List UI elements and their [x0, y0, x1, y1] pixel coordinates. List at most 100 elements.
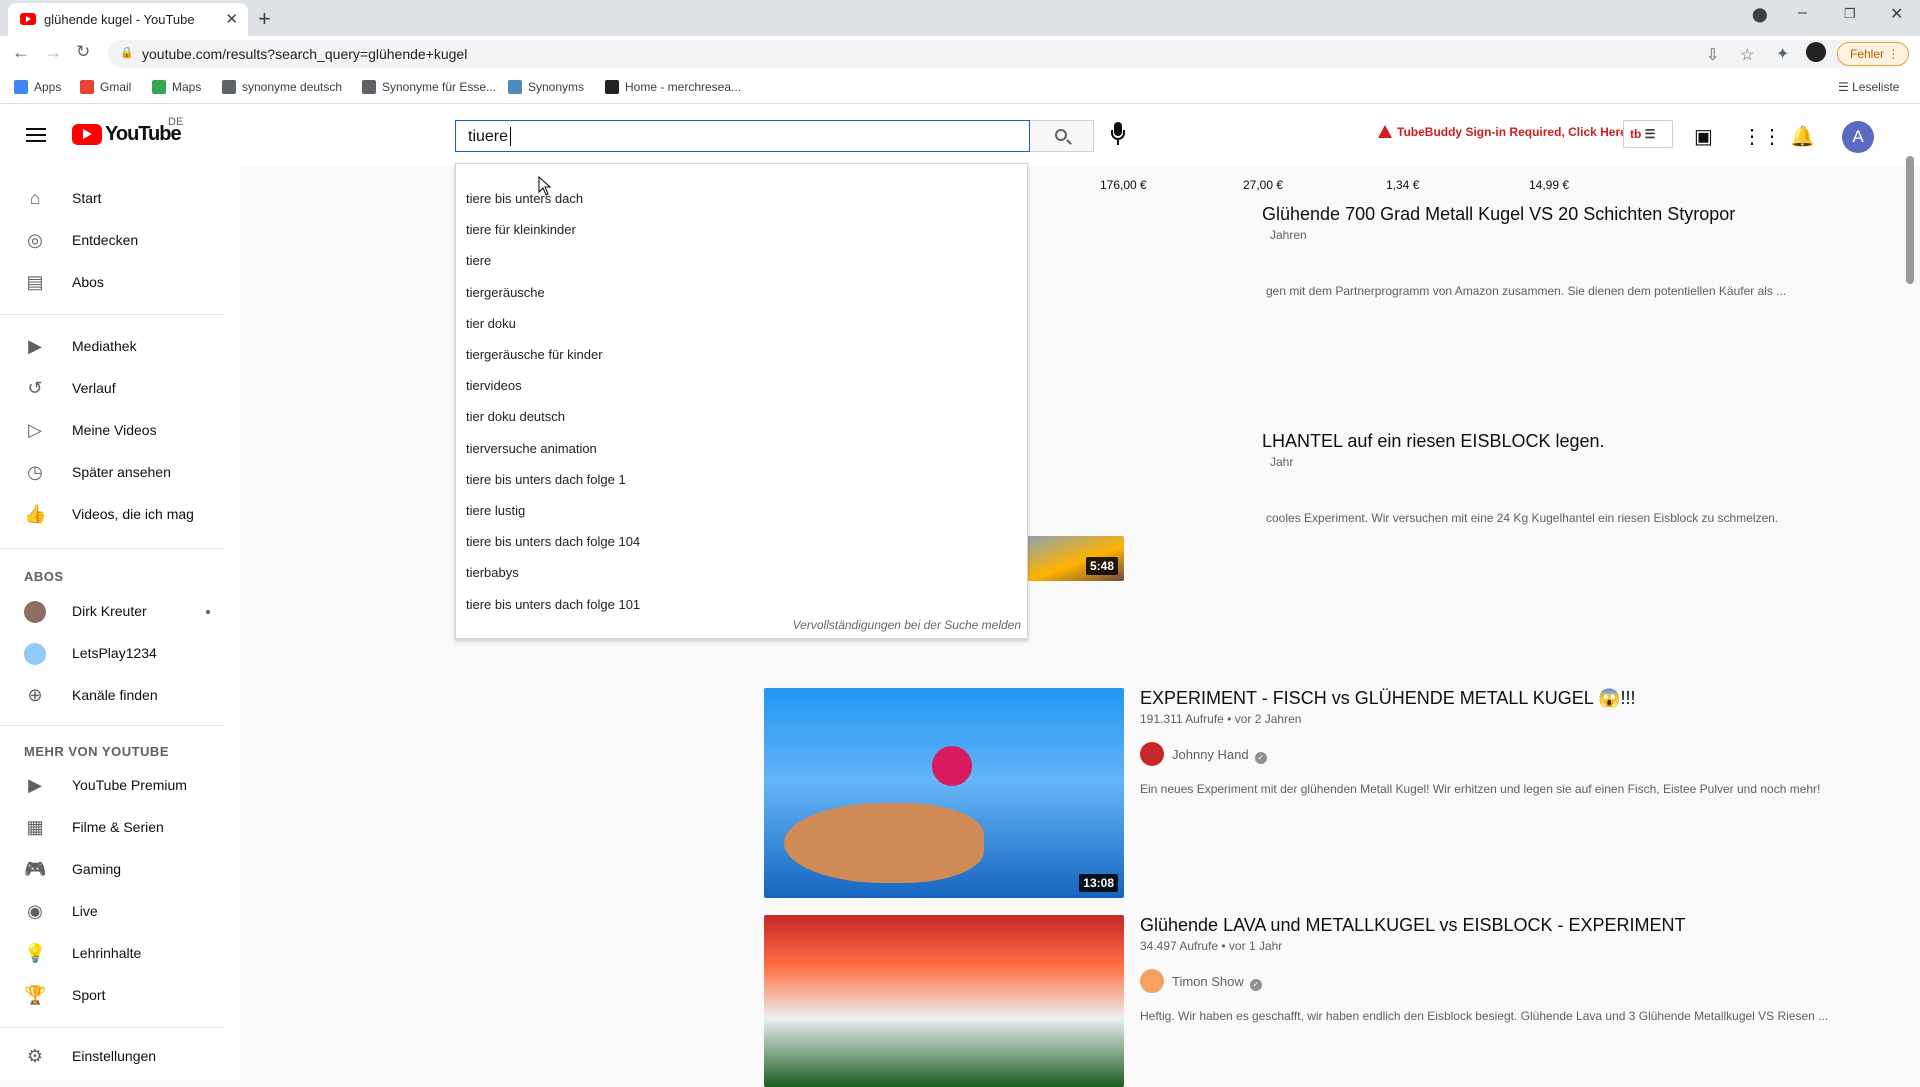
tubebuddy-signin-link[interactable]: TubeBuddy Sign-in Required, Click Here: [1378, 125, 1627, 139]
sidebar-item-filme-serien[interactable]: ▦ Filme & Serien: [0, 807, 224, 847]
microphone-icon[interactable]: [1110, 122, 1126, 148]
sidebar-item-sp-ter-ansehen[interactable]: ◷ Später ansehen: [0, 452, 224, 492]
shopping-price[interactable]: 1,34 €: [1386, 178, 1419, 192]
bookmark-star-icon[interactable]: ☆: [1740, 45, 1754, 65]
sidebar-channel-letsplay1234[interactable]: LetsPlay1234: [0, 633, 224, 673]
video-duration: 13:08: [1079, 874, 1118, 892]
channel-name[interactable]: Timon Show ✓: [1140, 969, 1262, 993]
restore-icon[interactable]: ❐: [1844, 6, 1856, 22]
profile-error-button[interactable]: Fehler ⋮: [1837, 42, 1909, 66]
search-suggestion[interactable]: tiervideos: [466, 378, 522, 393]
channel-name[interactable]: Johnny Hand ✓: [1140, 742, 1267, 766]
search-input[interactable]: tiuere: [455, 120, 1030, 152]
sidebar-item-gaming[interactable]: 🎮 Gaming: [0, 849, 224, 889]
youtube-premium-icon: ▶: [28, 775, 42, 795]
bookmark-item[interactable]: Maps: [152, 80, 201, 94]
browser-tab[interactable]: glühende kugel - YouTube ✕: [8, 3, 248, 36]
window-close-icon[interactable]: ✕: [1890, 4, 1903, 24]
sidebar-item-entdecken[interactable]: ◎ Entdecken: [0, 220, 224, 260]
bookmark-item[interactable]: Home - merchresea...: [605, 80, 741, 94]
shopping-price[interactable]: 14,99 €: [1529, 178, 1569, 192]
video-title[interactable]: LHANTEL auf ein riesen EISBLOCK legen.: [1262, 431, 1605, 452]
search-button[interactable]: [1030, 120, 1094, 152]
video-title[interactable]: Glühende 700 Grad Metall Kugel VS 20 Sch…: [1262, 204, 1735, 225]
sidebar-channel-kan-le-finden[interactable]: ⊕ Kanäle finden: [0, 675, 224, 715]
search-suggestion[interactable]: tiere bis unters dach: [466, 191, 583, 206]
sidebar-channel-dirk-kreuter[interactable]: Dirk Kreuter: [0, 591, 224, 631]
minimize-icon[interactable]: –: [1798, 4, 1807, 22]
create-video-icon[interactable]: ▣: [1694, 124, 1713, 149]
close-tab-icon[interactable]: ✕: [225, 10, 238, 28]
apps-grid-icon[interactable]: ⋮⋮: [1742, 124, 1782, 149]
video-title[interactable]: EXPERIMENT - FISCH vs GLÜHENDE METALL KU…: [1140, 688, 1636, 709]
lightbulb-icon: 💡: [24, 943, 47, 963]
tubebuddy-badge: tb: [1630, 127, 1642, 141]
library-icon: ▶: [28, 336, 42, 356]
tab-search-icon[interactable]: ⬤: [1752, 6, 1768, 23]
avatar[interactable]: A: [1842, 121, 1874, 153]
bookmark-label: Maps: [172, 80, 202, 94]
search-suggestion[interactable]: tiere für kleinkinder: [466, 222, 576, 237]
shopping-price[interactable]: 176,00 €: [1100, 178, 1147, 192]
back-icon[interactable]: ←: [12, 42, 30, 63]
video-meta: Jahren: [1270, 228, 1307, 242]
sidebar-item-label: Mediathek: [72, 338, 137, 354]
bookmark-favicon-icon: [222, 80, 236, 94]
bookmark-item[interactable]: Gmail: [80, 80, 131, 94]
ball-shape: [932, 746, 972, 786]
shopping-price[interactable]: 27,00 €: [1243, 178, 1283, 192]
sidebar-item-lehrinhalte[interactable]: 💡 Lehrinhalte: [0, 933, 224, 973]
search-suggestion[interactable]: tierversuche animation: [466, 441, 597, 456]
notifications-bell-icon[interactable]: 🔔: [1790, 124, 1815, 149]
search-suggestion[interactable]: tiere bis unters dach folge 104: [466, 534, 640, 549]
sidebar-item-mediathek[interactable]: ▶ Mediathek: [0, 326, 224, 366]
scrollbar[interactable]: [1906, 156, 1914, 284]
bookmark-favicon-icon: [152, 80, 166, 94]
search-suggestion[interactable]: tierbabys: [466, 565, 519, 580]
extensions-icon[interactable]: ✦: [1776, 44, 1789, 64]
video-meta: 191.311 Aufrufe • vor 2 Jahren: [1140, 712, 1302, 726]
sidebar-item-abos[interactable]: ▤ Abos: [0, 262, 224, 302]
search-suggestion[interactable]: tier doku deutsch: [466, 409, 565, 424]
new-tab-icon[interactable]: +: [258, 6, 271, 32]
bookmark-item[interactable]: synonyme deutsch: [222, 80, 342, 94]
sidebar-item-meine-videos[interactable]: ▷ Meine Videos: [0, 410, 224, 450]
forward-icon[interactable]: →: [44, 42, 62, 63]
address-bar[interactable]: 🔒 youtube.com/results?search_query=glühe…: [108, 40, 1908, 68]
sidebar-item-label: Filme & Serien: [72, 819, 164, 835]
search-suggestion[interactable]: tiergeräusche für kinder: [466, 347, 603, 362]
search-suggestion[interactable]: tiere bis unters dach folge 1: [466, 472, 626, 487]
tab-title: glühende kugel - YouTube: [44, 12, 195, 27]
lock-icon: 🔒: [120, 47, 134, 59]
search-suggestion[interactable]: tiere lustig: [466, 503, 525, 518]
report-suggestions-link[interactable]: Vervollständigungen bei der Suche melden: [793, 618, 1021, 632]
video-meta: Jahr: [1270, 455, 1294, 469]
bookmark-item[interactable]: Synonyme für Esse...: [362, 80, 496, 94]
video-title[interactable]: Glühende LAVA und METALLKUGEL vs EISBLOC…: [1140, 915, 1686, 936]
search-suggestion[interactable]: tiere: [466, 253, 491, 268]
search-suggestion[interactable]: tier doku: [466, 316, 516, 331]
tubebuddy-menu-button[interactable]: tb ☰: [1623, 120, 1673, 148]
search-suggestion[interactable]: tiergeräusche: [466, 285, 545, 300]
reload-icon[interactable]: ↻: [76, 42, 90, 62]
sidebar-divider: [0, 725, 224, 726]
hamburger-menu-icon[interactable]: [26, 128, 46, 142]
sidebar-item-start[interactable]: ⌂ Start: [0, 178, 224, 218]
sidebar-item-videos-die-ich-mag[interactable]: 👍 Videos, die ich mag: [0, 494, 224, 534]
home-icon: ⌂: [29, 188, 41, 208]
sidebar-item-youtube-premium[interactable]: ▶ YouTube Premium: [0, 765, 224, 805]
sidebar-item-sport[interactable]: 🏆 Sport: [0, 975, 224, 1015]
video-thumbnail[interactable]: [764, 915, 1124, 1087]
video-thumbnail[interactable]: 13:08: [764, 688, 1124, 898]
install-icon[interactable]: ⇩: [1706, 45, 1719, 65]
reading-list-button[interactable]: ☰ Leseliste: [1838, 80, 1899, 94]
sidebar-item-settings[interactable]: ⚙ Einstellungen: [0, 1036, 224, 1076]
bookmark-favicon-icon: [508, 80, 522, 94]
search-suggestion[interactable]: tiere bis unters dach folge 101: [466, 597, 640, 612]
abos-heading: ABOS: [24, 569, 64, 584]
sidebar-item-verlauf[interactable]: ↺ Verlauf: [0, 368, 224, 408]
extension-icon[interactable]: [1806, 42, 1826, 62]
sidebar-item-live[interactable]: ◉ Live: [0, 891, 224, 931]
bookmark-item[interactable]: Synonyms: [508, 80, 584, 94]
bookmark-item[interactable]: Apps: [14, 80, 61, 94]
